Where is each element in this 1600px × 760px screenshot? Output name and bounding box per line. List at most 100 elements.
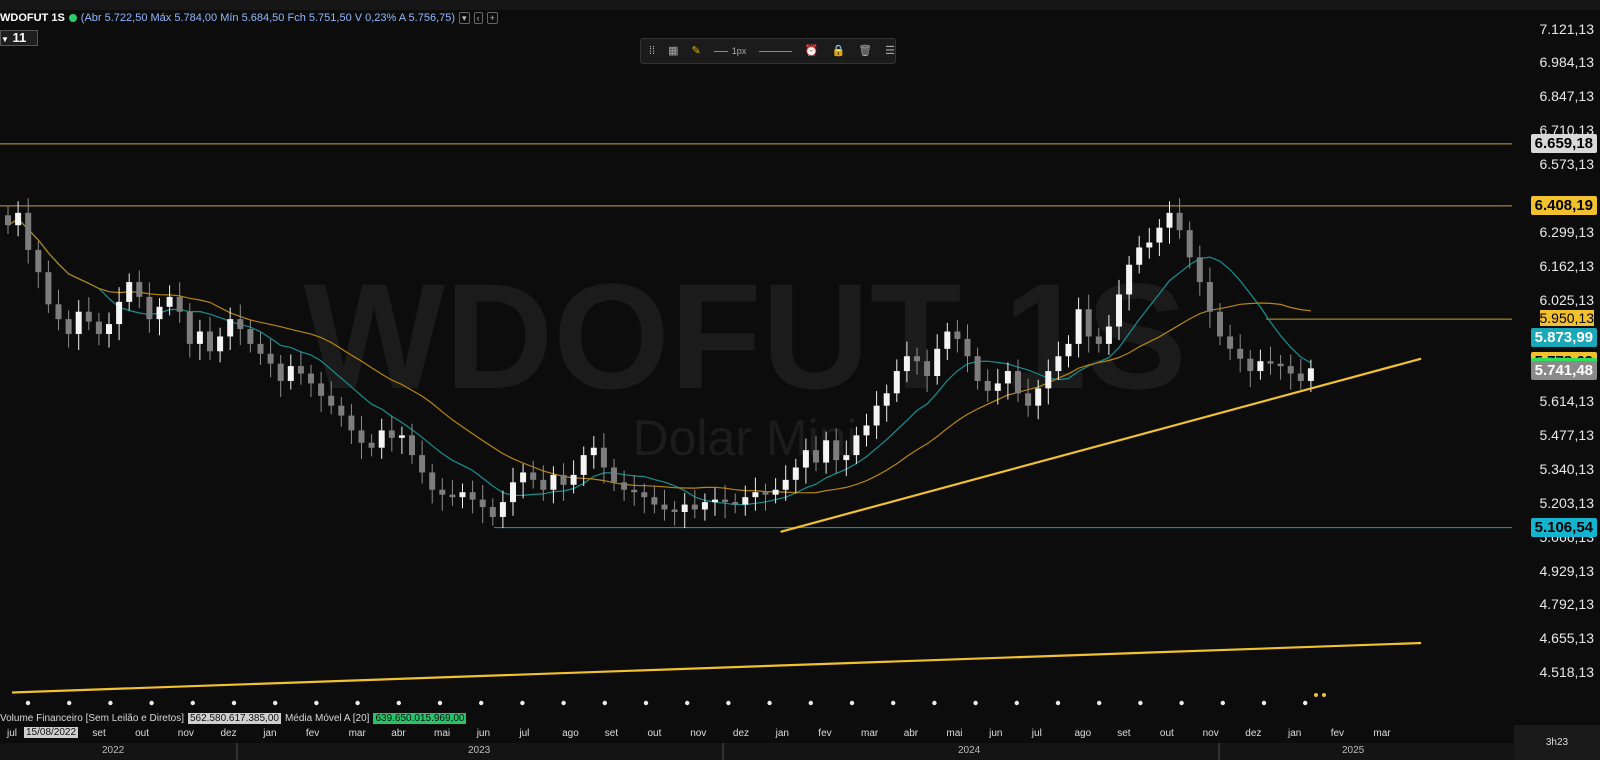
price-tag[interactable]: 6.408,19: [1530, 195, 1597, 215]
candle-body: [1196, 257, 1203, 283]
candle-body: [1257, 361, 1264, 372]
candle-body: [75, 311, 82, 334]
volume-dot: [1303, 700, 1308, 706]
month-label: dez: [1245, 728, 1262, 739]
candle-body: [247, 329, 254, 344]
stroke-width-selector[interactable]: 1px: [713, 45, 746, 57]
price-axis[interactable]: 7.121,13 6.984,13 6.847,13 6.710,13 6.573,13…: [1514, 0, 1600, 745]
candle-body: [813, 450, 819, 463]
candle-body: [1186, 230, 1193, 258]
candle-body: [45, 272, 52, 305]
candle-body: [560, 474, 567, 485]
price-label: 4.929,13: [1539, 562, 1595, 579]
volume-dot: [1138, 700, 1143, 706]
volume-dot: [932, 700, 937, 706]
candle-body: [600, 447, 607, 468]
price-label: 6.299,13: [1539, 223, 1595, 240]
candle-body: [671, 509, 678, 512]
ohlc-readout: (Abr 5.722,50 Máx 5.784,00 Mín 5.684,50 …: [80, 12, 456, 24]
candle-body: [338, 405, 345, 416]
year-separator: [722, 743, 724, 760]
volume-dot: [973, 700, 978, 706]
watermark: WDOFUT 1S Dolar Mini: [303, 252, 1186, 466]
candle-body: [984, 380, 991, 391]
candle-body: [520, 472, 527, 483]
candle-body: [661, 504, 668, 510]
price-tag[interactable]: 6.659,18: [1530, 133, 1597, 153]
volume-dot-highlight: [1314, 693, 1318, 697]
price-tag[interactable]: 5.106,54: [1530, 517, 1597, 537]
volume-dot: [273, 700, 278, 706]
volume-ma-label: Média Móvel A [20]: [284, 712, 370, 724]
volume-dot: [685, 700, 690, 706]
candle-body: [914, 356, 920, 362]
volume-dots: [25, 693, 1326, 706]
lock-icon[interactable]: 🔒: [831, 45, 845, 57]
month-label: set: [1117, 728, 1131, 739]
settings-icon[interactable]: ☰: [885, 45, 895, 57]
candle-body: [146, 296, 153, 320]
volume-dot: [1014, 700, 1019, 706]
candle-body: [681, 504, 688, 512]
chart-type-dropdown-icon[interactable]: ▾: [459, 12, 470, 24]
candle-body: [580, 455, 587, 475]
candle-body: [439, 489, 446, 495]
candle-body: [621, 482, 628, 490]
price-tag[interactable]: 5.741,48: [1530, 360, 1597, 380]
pencil-icon[interactable]: ✎: [692, 45, 701, 57]
month-label: out: [1159, 728, 1174, 739]
period-selector[interactable]: ▼ 11: [0, 30, 38, 46]
year-separator: [236, 743, 238, 760]
alarm-icon[interactable]: ⏰: [805, 45, 819, 57]
trash-icon[interactable]: 🗑: [858, 45, 872, 57]
volume-dot: [520, 700, 525, 706]
month-label: jul: [1031, 728, 1042, 739]
candle-body: [1136, 247, 1143, 265]
volume-dot: [108, 700, 113, 706]
clock: 3h23: [1514, 725, 1600, 760]
price-label: 5.340,13: [1539, 460, 1595, 477]
candle-body: [1166, 212, 1173, 228]
watermark-symbol: WDOFUT 1S: [303, 252, 1186, 420]
add-indicator-icon[interactable]: +: [486, 12, 498, 24]
line-style-selector[interactable]: [759, 50, 792, 52]
price-label: 7.121,13: [1539, 20, 1595, 37]
price-label: 5.203,13: [1539, 494, 1595, 511]
candle-body: [196, 331, 203, 344]
candle-body: [449, 494, 456, 498]
volume-dot: [1097, 700, 1102, 706]
live-status-dot-icon: [68, 14, 77, 22]
candle-body: [287, 366, 294, 381]
price-tag[interactable]: 5.873,99: [1530, 327, 1597, 347]
price-label: 6.847,13: [1539, 88, 1595, 105]
drag-handle-icon[interactable]: ⁞⁞: [649, 45, 655, 57]
candle-body: [35, 249, 42, 273]
collapse-icon[interactable]: ‹: [473, 12, 483, 24]
candle-body: [368, 442, 375, 448]
symbol-name[interactable]: WDOFUT 1S: [0, 12, 65, 24]
candle-body: [782, 479, 789, 490]
candle-body: [1075, 309, 1082, 344]
volume-dot: [561, 700, 566, 706]
candle-body: [116, 301, 123, 325]
candle-body: [974, 356, 981, 381]
candle-body: [65, 319, 72, 334]
volume-dot: [1261, 700, 1267, 706]
price-chart[interactable]: WDOFUT 1S Dolar Mini: [0, 0, 1600, 760]
candle-body: [1227, 336, 1234, 349]
year-label: 2025: [1342, 745, 1365, 756]
volume-dot: [602, 700, 607, 706]
volume-dot: [25, 700, 31, 706]
grid-icon[interactable]: ▦: [668, 45, 678, 57]
candle-body: [267, 353, 274, 364]
candle-body: [348, 415, 355, 431]
volume-dot: [396, 700, 401, 706]
month-label: mai: [434, 728, 451, 739]
candle-body: [85, 311, 92, 322]
candle-body: [15, 212, 22, 226]
candle-body: [873, 405, 880, 426]
candle-body: [156, 306, 163, 320]
candle-body: [1277, 363, 1284, 367]
candle-body: [691, 504, 698, 510]
candle-body: [590, 447, 597, 456]
